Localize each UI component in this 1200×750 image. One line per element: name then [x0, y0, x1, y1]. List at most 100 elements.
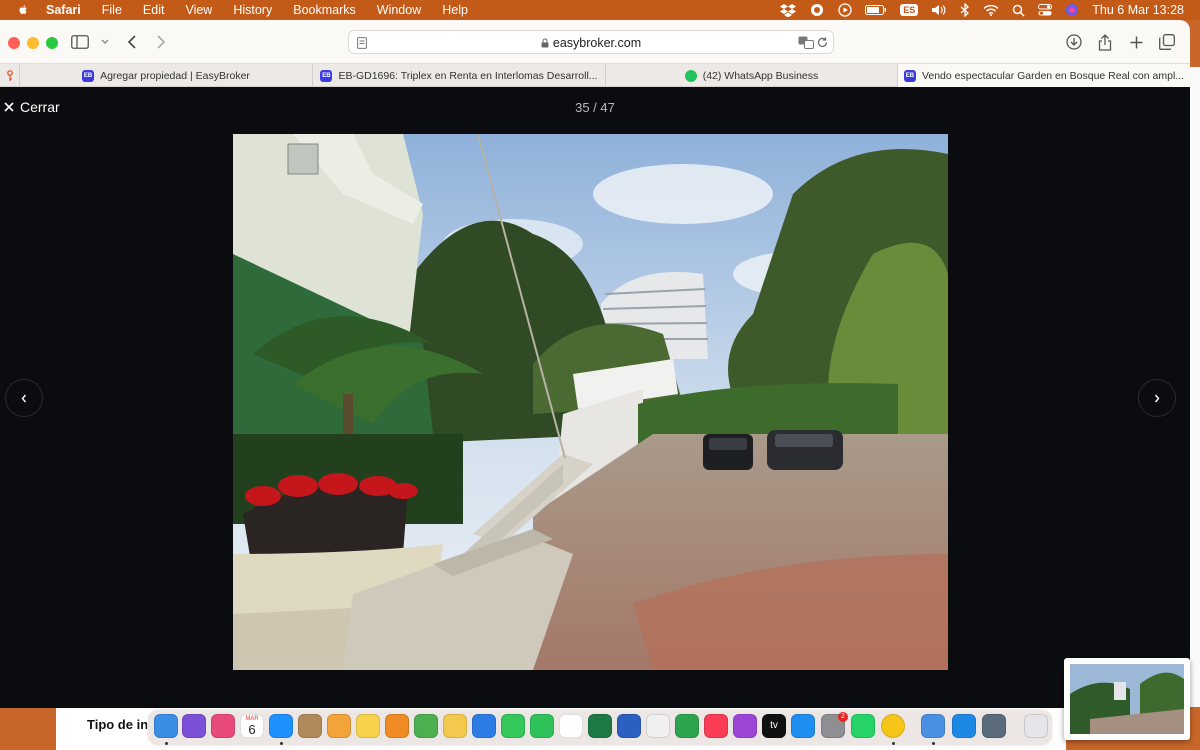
close-window-button[interactable] — [8, 37, 20, 49]
excel-icon[interactable] — [588, 714, 612, 738]
menu-help[interactable]: Help — [442, 3, 468, 17]
volume-icon[interactable] — [931, 4, 947, 16]
creative-cloud-icon[interactable] — [809, 3, 825, 17]
launchpad-icon[interactable] — [211, 714, 235, 738]
sidebar-toggle-icon[interactable] — [70, 32, 90, 52]
podcasts-icon[interactable] — [733, 714, 757, 738]
menu-history[interactable]: History — [233, 3, 272, 17]
thumbnail-image — [1070, 664, 1184, 734]
app-store-icon[interactable] — [791, 714, 815, 738]
network-icon[interactable] — [982, 714, 1006, 738]
tv-icon[interactable]: tv — [762, 714, 786, 738]
tab-title: Vendo espectacular Garden en Bosque Real… — [921, 69, 1185, 82]
safari-toolbar: easybroker.com — [0, 20, 1190, 64]
screenshot-thumbnail-preview[interactable] — [1064, 658, 1190, 740]
back-arrow-icon[interactable] — [122, 32, 142, 52]
apple-logo-icon[interactable] — [16, 3, 30, 17]
address-bar[interactable]: easybroker.com — [348, 30, 834, 54]
notes-icon[interactable] — [356, 714, 380, 738]
key-favicon-icon — [6, 69, 13, 81]
tab-bar: EB Agregar propiedad | EasyBroker EB EB-… — [0, 64, 1190, 87]
music-icon[interactable] — [704, 714, 728, 738]
reminders-icon[interactable] — [559, 714, 583, 738]
menu-bookmarks[interactable]: Bookmarks — [293, 3, 356, 17]
tab-title: (42) WhatsApp Business — [702, 69, 819, 82]
whatsapp-icon[interactable] — [851, 714, 875, 738]
chrome-icon[interactable] — [881, 714, 905, 738]
photo-gallery-lightbox: Cerrar 35 / 47 — [0, 87, 1190, 708]
numbers-icon[interactable] — [675, 714, 699, 738]
trash-icon[interactable] — [1024, 714, 1048, 738]
keynote-icon[interactable] — [472, 714, 496, 738]
zoom-window-button[interactable] — [46, 37, 58, 49]
finder-icon[interactable] — [154, 714, 178, 738]
facetime-icon[interactable] — [530, 714, 554, 738]
running-app-indicator — [932, 742, 935, 745]
photos-icon[interactable] — [327, 714, 351, 738]
menu-app-name[interactable]: Safari — [46, 3, 81, 17]
easybroker-icon: EB — [320, 69, 333, 82]
wifi-icon[interactable] — [983, 4, 999, 16]
system-settings-icon[interactable]: 2 — [821, 712, 848, 738]
calendar-icon[interactable]: MAR 6 — [240, 714, 264, 738]
media-play-icon[interactable] — [838, 3, 852, 17]
siri-icon[interactable] — [1065, 3, 1079, 17]
pinned-tab[interactable] — [0, 64, 20, 87]
tv-label: tv — [770, 720, 778, 731]
safari-icon[interactable] — [269, 714, 293, 738]
translate-icon[interactable] — [798, 36, 814, 49]
menu-edit[interactable]: Edit — [143, 3, 165, 17]
siri-icon[interactable] — [182, 714, 206, 738]
new-tab-plus-icon[interactable] — [1126, 32, 1146, 52]
pages-icon[interactable] — [443, 714, 467, 738]
bluetooth-icon[interactable] — [960, 3, 970, 17]
messages-icon[interactable] — [501, 714, 525, 738]
minimize-window-button[interactable] — [27, 37, 39, 49]
running-app-indicator — [165, 742, 168, 745]
chevron-right-icon — [1154, 394, 1160, 402]
calendar-day: 6 — [248, 722, 256, 737]
url-text: easybroker.com — [552, 36, 642, 50]
dropbox-icon[interactable] — [780, 3, 797, 17]
downloads-icon[interactable] — [1064, 32, 1084, 52]
tab-title: EB-GD1696: Triplex en Renta en Interloma… — [338, 69, 598, 82]
tab-overview-icon[interactable] — [1157, 32, 1177, 52]
word-icon[interactable] — [617, 714, 641, 738]
photo-counter: 35 / 47 — [575, 100, 615, 115]
battery-icon[interactable] — [865, 4, 887, 16]
menubar-clock[interactable]: Thu 6 Mar 13:28 — [1092, 3, 1184, 17]
macos-menu-bar: Safari File Edit View History Bookmarks … — [0, 0, 1200, 20]
input-source-indicator[interactable]: ES — [900, 4, 919, 16]
menu-file[interactable]: File — [102, 3, 122, 17]
tab-agregar-propiedad[interactable]: EB Agregar propiedad | EasyBroker — [20, 64, 313, 87]
settings-notification-badge: 2 — [838, 712, 848, 722]
tab-title: Agregar propiedad | EasyBroker — [100, 69, 250, 82]
reload-icon[interactable] — [817, 37, 828, 48]
chevron-left-icon — [21, 394, 27, 402]
mail-icon[interactable] — [952, 714, 976, 738]
easybroker-icon: EB — [903, 69, 916, 82]
previous-photo-button[interactable] — [5, 379, 43, 417]
menu-window[interactable]: Window — [377, 3, 421, 17]
spotlight-search-icon[interactable] — [1012, 4, 1025, 17]
background-field-label: Tipo de in — [87, 717, 149, 732]
next-photo-button[interactable] — [1138, 379, 1176, 417]
forward-arrow-icon[interactable] — [151, 32, 171, 52]
macos-dock: MAR 6 tv 2 — [147, 709, 1053, 746]
menu-view[interactable]: View — [185, 3, 212, 17]
tab-vendo-garden-active[interactable]: EB Vendo espectacular Garden en Bosque R… — [898, 64, 1190, 87]
books-icon[interactable] — [385, 714, 409, 738]
tab-whatsapp-business[interactable]: (42) WhatsApp Business — [606, 64, 898, 87]
control-center-icon[interactable] — [1038, 4, 1053, 16]
running-app-indicator — [280, 742, 283, 745]
contacts-icon[interactable] — [298, 714, 322, 738]
easybroker-icon: EB — [82, 69, 95, 82]
running-app-indicator — [892, 742, 895, 745]
share-icon[interactable] — [1095, 32, 1115, 52]
chevron-down-icon[interactable] — [95, 32, 115, 52]
photos-library-icon[interactable] — [646, 714, 670, 738]
property-photo — [233, 134, 948, 670]
preview-icon[interactable] — [921, 714, 945, 738]
tab-triplex-renta[interactable]: EB EB-GD1696: Triplex en Renta en Interl… — [313, 64, 606, 87]
maps-icon[interactable] — [414, 714, 438, 738]
